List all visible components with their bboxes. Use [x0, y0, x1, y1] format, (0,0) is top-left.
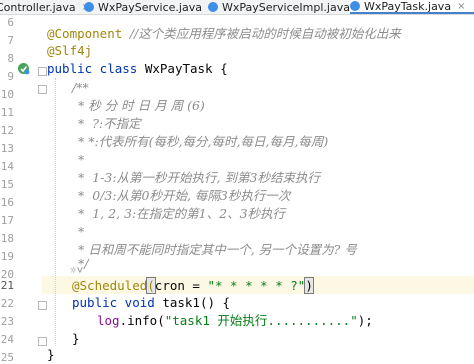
line-number: 8 — [7, 52, 14, 65]
line-number: 23 — [0, 315, 14, 328]
code-line-21[interactable]: @Scheduled(cron = "* * * * * ?") — [72, 277, 314, 294]
code-line-23[interactable]: log.info("task1 开始执行..........."); — [97, 313, 373, 329]
code-line-14[interactable]: * — [78, 152, 84, 168]
tab-wxpaytask[interactable]: WxPayTask.java × — [350, 0, 474, 14]
line-number: 10 — [0, 88, 14, 101]
line-number: 18 — [0, 232, 14, 245]
fold-toggle[interactable] — [38, 85, 47, 94]
tab-label: WxPayTask.java — [364, 0, 452, 13]
code-line-12[interactable]: * ?:不指定 — [78, 116, 141, 132]
field-reference: log — [97, 313, 120, 328]
comment: //这个类应用程序被启动的时候自动被初始化出来 — [129, 26, 401, 41]
fold-toggle[interactable] — [38, 67, 47, 76]
code-line-10[interactable]: /** — [72, 80, 89, 96]
editor-tab-bar: Controller.java × WxPayService.java × Wx… — [0, 0, 474, 15]
method-declaration: task1() { — [154, 295, 231, 310]
tab-label: WxPayServiceImpl.java — [222, 0, 350, 14]
java-class-icon — [84, 2, 94, 12]
java-class-icon — [350, 1, 360, 11]
string-literal: "task1 开始执行..........." — [164, 313, 358, 328]
bracket-match-close: ) — [304, 277, 314, 294]
code-line-15[interactable]: * 1-3:从第一秒开始执行, 到第3秒结束执行 — [78, 170, 320, 186]
code-line-9[interactable]: public class WxPayTask { — [47, 61, 228, 77]
line-number: 7 — [7, 34, 14, 47]
annotation-attribute: cron = — [154, 278, 208, 293]
java-class-icon — [208, 2, 218, 12]
bean-run-icon[interactable] — [17, 62, 30, 75]
line-number: 17 — [0, 214, 14, 227]
line-number: 6 — [7, 16, 14, 29]
class-declaration: WxPayTask { — [137, 61, 228, 76]
line-number: 14 — [0, 160, 14, 173]
annotation: @Component — [47, 26, 123, 41]
tab-wxpayserviceimpl[interactable]: WxPayServiceImpl.java × — [208, 0, 364, 14]
line-number: 22 — [0, 297, 14, 310]
tab-label: Controller.java — [0, 0, 76, 14]
code-line-18[interactable]: * — [78, 224, 84, 240]
tab-label: WxPayService.java — [98, 0, 202, 14]
annotation: @Scheduled — [72, 278, 148, 293]
code-line-7[interactable]: @Component //这个类应用程序被启动的时候自动被初始化出来 — [47, 26, 401, 42]
keyword: public void — [72, 295, 155, 310]
fold-toggle[interactable] — [38, 337, 47, 346]
method-call: .info( — [119, 313, 165, 328]
code-line-16[interactable]: * 0/3:从第0秒开始, 每隔3秒执行一次 — [78, 188, 290, 204]
tab-controller[interactable]: Controller.java × — [0, 0, 90, 14]
code-line-17[interactable]: * 1, 2, 3:在指定的第1、2、3秒执行 — [78, 206, 285, 222]
bracket-match-open: ( — [146, 277, 156, 294]
line-number: 13 — [0, 142, 14, 155]
intention-bulb-icon[interactable]: ☼˅ — [70, 264, 83, 278]
code-line-11[interactable]: * 秒 分 时 日 月 周 (6) — [78, 98, 205, 114]
line-number: 19 — [0, 250, 14, 263]
keyword: public class — [47, 61, 138, 76]
statement-end: ); — [357, 313, 373, 328]
code-line-19[interactable]: * 日和周不能同时指定其中一个, 另一个设置为? 号 — [78, 242, 357, 258]
code-line-22[interactable]: public void task1() { — [72, 295, 230, 311]
line-number: 11 — [0, 106, 14, 119]
close-icon[interactable]: × — [457, 1, 465, 12]
line-number: 12 — [0, 124, 14, 137]
string-literal: "* * * * * ?" — [207, 278, 306, 293]
code-line-13[interactable]: * *:代表所有(每秒,每分,每时,每日,每月,每周) — [78, 134, 328, 150]
line-number: 15 — [0, 178, 14, 191]
line-number: 16 — [0, 196, 14, 209]
annotation: @Slf4j — [47, 43, 93, 58]
line-number: 9 — [7, 70, 14, 83]
line-number: 24 — [0, 333, 14, 346]
tab-wxpayservice[interactable]: WxPayService.java × — [84, 0, 216, 14]
code-line-24[interactable]: } — [72, 331, 80, 347]
code-line-8[interactable]: @Slf4j — [47, 43, 92, 59]
fold-toggle[interactable] — [38, 301, 47, 310]
line-number: 21 — [0, 279, 14, 292]
line-number: 25 — [0, 351, 14, 364]
indent-guide — [55, 78, 56, 346]
